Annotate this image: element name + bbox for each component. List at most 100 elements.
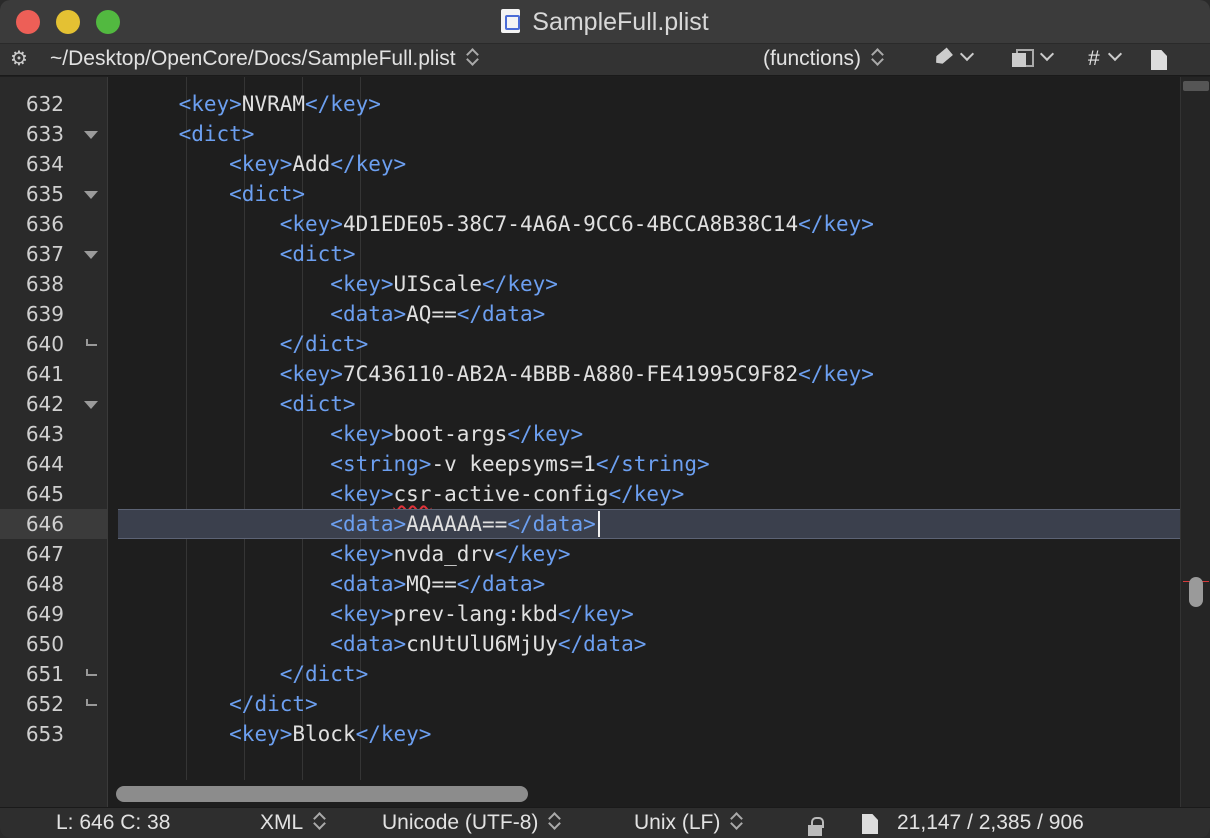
file-path-label: ~/Desktop/OpenCore/Docs/SampleFull.plist <box>50 47 456 70</box>
chevron-down-icon <box>1039 46 1055 62</box>
code-editor[interactable]: 632 <key>NVRAM</key> 633 <dict> 634 <key>A… <box>0 77 1180 807</box>
fold-toggle-icon[interactable] <box>84 251 98 259</box>
xml-tag: <key> <box>330 272 394 296</box>
code-line[interactable]: 636 <key>4D1EDE05-38C7-4A6A-9CC6-4BCCA8B… <box>0 209 1180 239</box>
gear-icon[interactable]: ⚙ <box>10 49 30 69</box>
fold-toggle-icon[interactable] <box>84 191 98 199</box>
xml-tag: </dict> <box>279 662 369 686</box>
code-line[interactable]: 651 </dict> <box>0 659 1180 689</box>
cursor-position: L: 646 C: 38 <box>56 811 171 834</box>
xml-tag: <dict> <box>279 392 356 416</box>
code-line[interactable]: 647 <key>nvda_drv</key> <box>0 539 1180 569</box>
line-number: 638 <box>25 272 64 296</box>
plist-document-icon <box>501 9 521 33</box>
code-text[interactable]: <key>NVRAM</key> <box>128 89 381 119</box>
line-number: 642 <box>25 392 64 416</box>
code-line[interactable]: 632 <key>NVRAM</key> <box>0 89 1180 119</box>
xml-tag: <key> <box>330 422 394 446</box>
code-text[interactable]: <dict> <box>128 239 356 269</box>
code-text[interactable]: <string>-v keepsyms=1</string> <box>128 449 709 479</box>
code-text[interactable]: <key>7C436110-AB2A-4BBB-A880-FE41995C9F8… <box>128 359 874 389</box>
code-line[interactable]: 638 <key>UIScale</key> <box>0 269 1180 299</box>
code-line[interactable]: 643 <key>boot-args</key> <box>0 419 1180 449</box>
documents-menu[interactable] <box>1012 46 1055 71</box>
line-number: 632 <box>25 92 64 116</box>
xml-tag: <key> <box>229 152 293 176</box>
code-line[interactable]: 652 </dict> <box>0 689 1180 719</box>
hash-label: # <box>1088 47 1100 70</box>
syntax-popup[interactable]: XML <box>260 811 325 835</box>
code-text[interactable]: <data>AAAAAA==</data> <box>128 509 600 539</box>
code-text[interactable]: </dict> <box>128 659 369 689</box>
xml-value: prev-lang:kbd <box>393 602 558 626</box>
line-number: 652 <box>25 692 64 716</box>
fold-end-icon <box>86 699 97 706</box>
bookmarks-menu[interactable] <box>933 46 975 71</box>
code-text[interactable]: <key>4D1EDE05-38C7-4A6A-9CC6-4BCCA8B38C1… <box>128 209 874 239</box>
code-line[interactable]: 644 <string>-v keepsyms=1</string> <box>0 449 1180 479</box>
line-number: 653 <box>25 722 64 746</box>
pen-icon <box>933 47 953 66</box>
code-line[interactable]: 645 <key>csr-active-config</key> <box>0 479 1180 509</box>
xml-tag: </data> <box>456 302 546 326</box>
code-text[interactable]: </dict> <box>128 689 318 719</box>
file-info-button[interactable] <box>1151 49 1167 73</box>
line-number: 639 <box>25 302 64 326</box>
counterparts-menu[interactable]: # <box>1088 46 1122 71</box>
code-text[interactable]: <dict> <box>128 179 305 209</box>
line-number: 649 <box>25 602 64 626</box>
line-endings-popup[interactable]: Unix (LF) <box>634 811 742 835</box>
chevron-down-icon <box>1107 46 1122 62</box>
code-line[interactable]: 646 <data>AAAAAA==</data> <box>0 509 1180 539</box>
code-text[interactable]: <data>MQ==</data> <box>128 569 545 599</box>
code-text[interactable]: <data>AQ==</data> <box>128 299 545 329</box>
xml-tag: </key> <box>608 482 685 506</box>
code-line[interactable]: 640 </dict> <box>0 329 1180 359</box>
code-text[interactable]: <key>Block</key> <box>128 719 431 749</box>
xml-value: boot-args <box>393 422 508 446</box>
code-line[interactable]: 650 <data>cnUtUlU6MjUy</data> <box>0 629 1180 659</box>
code-line[interactable]: 639 <data>AQ==</data> <box>0 299 1180 329</box>
xml-tag: </dict> <box>279 332 369 356</box>
file-path-popup[interactable]: ~/Desktop/OpenCore/Docs/SampleFull.plist <box>50 47 478 71</box>
lock-button[interactable] <box>808 816 824 838</box>
code-text[interactable]: <dict> <box>128 119 255 149</box>
code-line[interactable]: 649 <key>prev-lang:kbd</key> <box>0 599 1180 629</box>
code-text[interactable]: <key>nvda_drv</key> <box>128 539 570 569</box>
fold-toggle-icon[interactable] <box>84 401 98 409</box>
code-text[interactable]: <key>boot-args</key> <box>128 419 583 449</box>
xml-value: MQ== <box>406 572 457 596</box>
encoding-popup[interactable]: Unicode (UTF-8) <box>382 811 560 835</box>
code-line[interactable]: 633 <dict> <box>0 119 1180 149</box>
xml-tag: </key> <box>482 272 558 296</box>
code-line[interactable]: 634 <key>Add</key> <box>0 149 1180 179</box>
code-line[interactable]: 635 <dict> <box>0 179 1180 209</box>
code-text[interactable]: <key>prev-lang:kbd</key> <box>128 599 633 629</box>
code-text[interactable]: </dict> <box>128 329 369 359</box>
fold-toggle-icon[interactable] <box>84 131 98 139</box>
horizontal-scrollbar[interactable] <box>108 780 1180 807</box>
horizontal-scroll-thumb[interactable] <box>116 786 528 802</box>
vertical-scrollbar[interactable] <box>1180 77 1210 807</box>
functions-popup[interactable]: (functions) <box>763 47 883 71</box>
code-line[interactable]: 648 <data>MQ==</data> <box>0 569 1180 599</box>
code-text[interactable]: <key>Add</key> <box>128 149 406 179</box>
line-number: 636 <box>25 212 64 236</box>
code-text[interactable]: <data>cnUtUlU6MjUy</data> <box>128 629 646 659</box>
chevron-down-icon <box>959 46 975 62</box>
code-text[interactable]: <key>UIScale</key> <box>128 269 558 299</box>
code-line[interactable]: 641 <key>7C436110-AB2A-4BBB-A880-FE41995… <box>0 359 1180 389</box>
vertical-scroll-thumb[interactable] <box>1189 577 1203 607</box>
xml-tag: </key> <box>305 92 381 116</box>
xml-tag: </key> <box>355 722 432 746</box>
xml-value: NVRAM <box>241 92 306 116</box>
code-text[interactable]: <dict> <box>128 389 356 419</box>
xml-value: nvda_drv <box>393 542 495 566</box>
code-line[interactable]: 637 <dict> <box>0 239 1180 269</box>
xml-value: -active-config <box>431 482 609 506</box>
xml-tag: </dict> <box>229 692 318 716</box>
code-line[interactable]: 642 <dict> <box>0 389 1180 419</box>
code-text[interactable]: <key>csr-active-config</key> <box>128 479 684 509</box>
code-line[interactable]: 653 <key>Block</key> <box>0 719 1180 749</box>
split-handle[interactable] <box>1183 81 1209 91</box>
